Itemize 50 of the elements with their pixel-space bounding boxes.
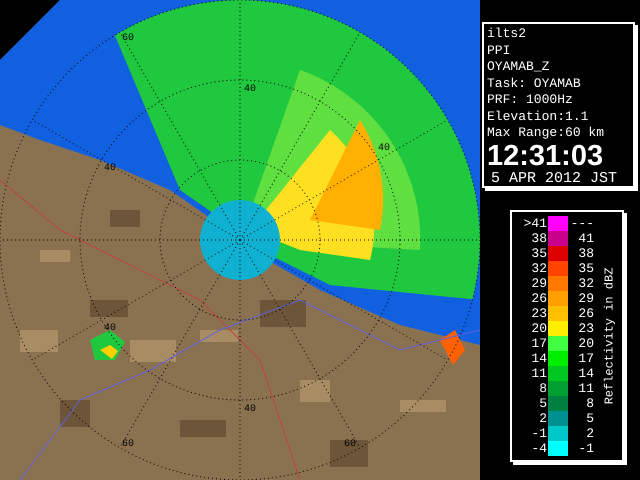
range-label: 60 — [344, 439, 356, 450]
scale-label: -4 — [530, 441, 548, 456]
range-label: 40 — [104, 323, 116, 334]
time-text: 12:31:03 — [487, 142, 604, 170]
scale-label: 26 — [530, 291, 548, 306]
scale-label: 14 — [530, 351, 548, 366]
scale-label: 20 — [577, 336, 595, 351]
date-text: 5 APR 2012 JST — [490, 170, 618, 188]
scale-label: 5 — [538, 396, 548, 411]
scale-label: 29 — [530, 276, 548, 291]
scale-label: 26 — [577, 306, 595, 321]
info-text: Task: OYAMAB — [487, 76, 582, 92]
scale-label: 38 — [577, 246, 595, 261]
info-text: OYAMAB_Z — [487, 59, 550, 76]
scale-label: 5 — [585, 411, 595, 426]
scale-label: 35 — [530, 246, 548, 261]
scale-label: 8 — [585, 396, 595, 411]
range-label: 40 — [378, 143, 390, 154]
scale-label: 8 — [538, 381, 548, 396]
scale-label: -1 — [530, 426, 548, 441]
scale-label: 11 — [577, 381, 595, 396]
scale-label: --- — [570, 216, 595, 231]
scale-label: 2 — [538, 411, 548, 426]
scale-label: 17 — [577, 351, 595, 366]
scale-label: 23 — [577, 321, 595, 336]
range-label: 40 — [244, 404, 256, 415]
scale-label: 14 — [577, 366, 595, 381]
scale-label: 32 — [577, 276, 595, 291]
range-label: 40 — [104, 163, 116, 174]
legend-title: Reflectivity in dBZ — [602, 268, 616, 404]
scale-label: 23 — [530, 306, 548, 321]
scale-label: 41 — [577, 231, 595, 246]
scale-label: -1 — [577, 441, 595, 456]
info-text: ilts2 — [487, 26, 528, 42]
scale-label: >41 — [522, 216, 548, 231]
scale-label: 11 — [530, 366, 548, 381]
scale-label: 35 — [577, 261, 595, 276]
info-text: Elevation:1.1 — [487, 108, 590, 125]
scale-label: 29 — [577, 291, 595, 306]
range-label: 60 — [122, 439, 134, 450]
scale-label: 38 — [530, 231, 548, 246]
range-label: 60 — [122, 33, 134, 44]
info-text: Max Range:60 km — [487, 125, 606, 142]
scale-label: 32 — [530, 261, 548, 276]
scale-label: 20 — [530, 321, 548, 336]
info-text: PRF: 1000Hz — [487, 92, 574, 108]
range-label: 40 — [244, 84, 256, 95]
scale-label: 17 — [530, 336, 548, 351]
scale-label: 2 — [585, 426, 595, 441]
info-text: PPI — [487, 42, 512, 59]
